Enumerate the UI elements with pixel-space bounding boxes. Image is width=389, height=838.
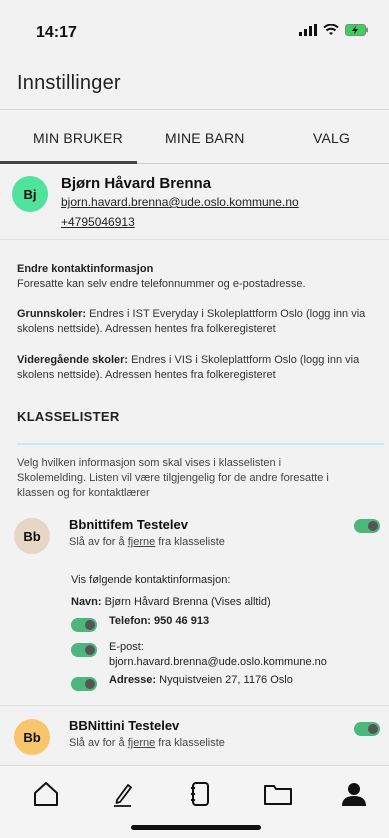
status-time: 14:17 <box>36 24 77 41</box>
contact-address-row: Adresse: Nyquistveien 27, 1176 Oslo <box>109 674 293 686</box>
nav-files[interactable] <box>262 778 294 810</box>
child-name: BBNittini Testelev <box>69 718 180 733</box>
folder-icon <box>264 785 292 805</box>
status-icons <box>299 24 369 36</box>
tab-bar: MIN BRUKER MINE BARN VALG <box>0 118 389 164</box>
class-list-toggle[interactable] <box>354 722 380 736</box>
address-toggle[interactable] <box>71 677 97 691</box>
tab-min-bruker[interactable]: MIN BRUKER <box>33 130 123 146</box>
nav-messages[interactable] <box>107 778 139 810</box>
home-indicator <box>131 825 261 830</box>
tab-mine-barn[interactable]: MINE BARN <box>165 130 245 146</box>
status-bar: 14:17 <box>0 0 389 60</box>
child-avatar: Bb <box>14 719 50 755</box>
secondary-schools-label: Videregående skoler: <box>17 354 129 366</box>
contact-email-label: E-post: <box>109 641 144 653</box>
contact-email-value: bjorn.havard.brenna@ude.oslo.kommune.no <box>109 656 327 668</box>
contact-info-title: Endre kontaktinformasjon <box>17 263 154 275</box>
remove-link[interactable]: fjerne <box>128 737 156 749</box>
user-icon <box>342 783 366 806</box>
nav-notes[interactable] <box>184 778 216 810</box>
battery-charging-icon <box>345 24 368 36</box>
child-avatar: Bb <box>14 518 50 554</box>
user-email-link[interactable]: bjorn.havard.brenna@ude.oslo.kommune.no <box>61 195 299 209</box>
contact-info-block: Endre kontaktinformasjon Foresatte kan s… <box>17 262 377 292</box>
primary-schools-label: Grunnskoler: <box>17 308 87 320</box>
user-phone-link[interactable]: +4795046913 <box>61 215 135 229</box>
user-profile: Bj Bjørn Håvard Brenna bjorn.havard.bren… <box>0 168 389 240</box>
email-toggle[interactable] <box>71 643 97 657</box>
child-card: Bb Bbnittifem Testelev Slå av for å fjer… <box>0 510 389 705</box>
tab-valg[interactable]: VALG <box>313 130 350 146</box>
contact-phone-row: Telefon: 950 46 913 <box>109 615 210 627</box>
class-list-toggle[interactable] <box>354 519 380 533</box>
phone-toggle[interactable] <box>71 618 97 632</box>
active-tab-indicator <box>0 161 137 164</box>
wifi-icon <box>323 24 339 35</box>
child-name: Bbnittifem Testelev <box>69 517 188 532</box>
home-icon <box>34 782 58 806</box>
page-title: Innstillinger <box>17 72 121 94</box>
notebook-icon <box>191 782 209 806</box>
class-lists-description: Velg hvilken informasjon som skal vises … <box>17 457 329 499</box>
nav-profile[interactable] <box>338 778 370 810</box>
contact-name-row: Navn: Bjørn Håvard Brenna (Vises alltid) <box>71 596 271 608</box>
user-name: Bjørn Håvard Brenna <box>61 175 212 192</box>
class-lists-title: KLASSELISTER <box>17 409 120 424</box>
child-divider <box>0 705 389 706</box>
remove-link[interactable]: fjerne <box>128 536 156 548</box>
nav-home[interactable] <box>30 778 62 810</box>
secondary-schools-info: Videregående skoler: Endres i VIS i Skol… <box>17 353 377 383</box>
signal-icon <box>299 24 317 36</box>
user-avatar: Bj <box>12 176 48 212</box>
contact-info-text: Foresatte kan selv endre telefonnummer o… <box>17 278 306 290</box>
contact-heading: Vis følgende kontaktinformasjon: <box>71 574 231 586</box>
app-bar: Innstillinger <box>0 60 389 110</box>
phone-screen: 14:17 Innstillinger MIN BRUKER MINE BARN… <box>0 0 389 838</box>
child-remove-hint: Slå av for å fjerne fra klasseliste <box>69 536 225 548</box>
pencil-icon <box>114 784 132 807</box>
child-remove-hint: Slå av for å fjerne fra klasseliste <box>69 737 225 749</box>
child-card: Bb BBNittini Testelev Slå av for å fjern… <box>0 712 389 762</box>
primary-schools-info: Grunnskoler: Endres i IST Everyday i Sko… <box>17 307 377 337</box>
section-divider <box>17 443 384 445</box>
